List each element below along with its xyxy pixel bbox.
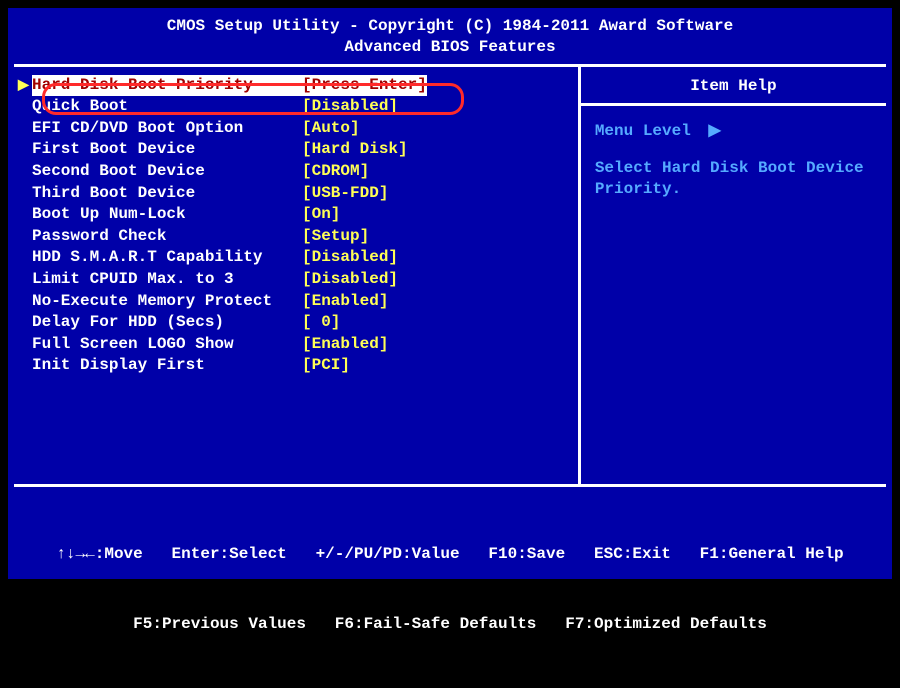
menu-value: [On] — [302, 204, 340, 226]
menu-value: [Auto] — [302, 118, 360, 140]
menu-item-efi-boot-option[interactable]: EFI CD/DVD Boot Option [Auto] — [32, 118, 568, 140]
footer-hints: ↑↓→←:Move Enter:Select +/-/PU/PD:Value F… — [8, 487, 892, 688]
menu-label: Third Boot Device — [32, 183, 302, 205]
menu-value: [Disabled] — [302, 247, 398, 269]
menu-label: Second Boot Device — [32, 161, 302, 183]
footer-line1: ↑↓→←:Move Enter:Select +/-/PU/PD:Value F… — [14, 543, 886, 566]
menu-item-full-screen-logo[interactable]: Full Screen LOGO Show [Enabled] — [32, 334, 568, 356]
menu-item-third-boot-device[interactable]: Third Boot Device [USB-FDD] — [32, 183, 568, 205]
menu-value: [Disabled] — [302, 269, 398, 291]
bios-header: CMOS Setup Utility - Copyright (C) 1984-… — [8, 8, 892, 64]
menu-value: [Enabled] — [302, 291, 388, 313]
header-line1: CMOS Setup Utility - Copyright (C) 1984-… — [8, 16, 892, 37]
menu-label: Hard Disk Boot Priority — [32, 75, 302, 97]
menu-value: [USB-FDD] — [302, 183, 388, 205]
menu-value: [CDROM] — [302, 161, 369, 183]
menu-label: Init Display First — [32, 355, 302, 377]
menu-value: [ 0] — [302, 312, 340, 334]
menu-value: [Hard Disk] — [302, 139, 408, 161]
header-line2: Advanced BIOS Features — [8, 37, 892, 58]
menu-item-delay-hdd[interactable]: Delay For HDD (Secs) [ 0] — [32, 312, 568, 334]
menu-item-boot-up-numlock[interactable]: Boot Up Num-Lock [On] — [32, 204, 568, 226]
main-area: ▶ Hard Disk Boot Priority [Press Enter] … — [14, 67, 886, 487]
settings-panel: ▶ Hard Disk Boot Priority [Press Enter] … — [14, 67, 581, 484]
menu-label: HDD S.M.A.R.T Capability — [32, 247, 302, 269]
menu-label: Full Screen LOGO Show — [32, 334, 302, 356]
menu-value: [Disabled] — [302, 96, 398, 118]
chevron-right-icon: ▶ — [708, 122, 720, 140]
menu-label: Boot Up Num-Lock — [32, 204, 302, 226]
menu-level-row: Menu Level ▶ — [595, 120, 872, 140]
menu-label: Limit CPUID Max. to 3 — [32, 269, 302, 291]
menu-label: First Boot Device — [32, 139, 302, 161]
item-help-title: Item Help — [581, 75, 886, 106]
menu-item-no-execute[interactable]: No-Execute Memory Protect [Enabled] — [32, 291, 568, 313]
menu-level-label: Menu Level — [595, 122, 691, 140]
menu-item-hdd-smart[interactable]: HDD S.M.A.R.T Capability [Disabled] — [32, 247, 568, 269]
menu-item-first-boot-device[interactable]: First Boot Device [Hard Disk] — [32, 139, 568, 161]
menu-item-quick-boot[interactable]: Quick Boot [Disabled] — [32, 96, 568, 118]
menu-item-hard-disk-boot-priority[interactable]: Hard Disk Boot Priority [Press Enter] — [32, 75, 568, 97]
menu-value: [PCI] — [302, 355, 350, 377]
menu-label: Quick Boot — [32, 96, 302, 118]
menu-value: [Setup] — [302, 226, 369, 248]
menu-value: [Enabled] — [302, 334, 388, 356]
menu-item-init-display-first[interactable]: Init Display First [PCI] — [32, 355, 568, 377]
help-panel: Item Help Menu Level ▶ Select Hard Disk … — [581, 67, 886, 484]
selection-pointer-icon: ▶ — [18, 77, 29, 94]
menu-value: [Press Enter] — [302, 75, 427, 97]
menu-label: EFI CD/DVD Boot Option — [32, 118, 302, 140]
menu-label: No-Execute Memory Protect — [32, 291, 302, 313]
menu-item-second-boot-device[interactable]: Second Boot Device [CDROM] — [32, 161, 568, 183]
menu-label: Password Check — [32, 226, 302, 248]
menu-item-password-check[interactable]: Password Check [Setup] — [32, 226, 568, 248]
footer-line2: F5:Previous Values F6:Fail-Safe Defaults… — [14, 613, 886, 636]
help-text: Select Hard Disk Boot Device Priority. — [595, 158, 872, 201]
menu-label: Delay For HDD (Secs) — [32, 312, 302, 334]
menu-item-limit-cpuid[interactable]: Limit CPUID Max. to 3 [Disabled] — [32, 269, 568, 291]
